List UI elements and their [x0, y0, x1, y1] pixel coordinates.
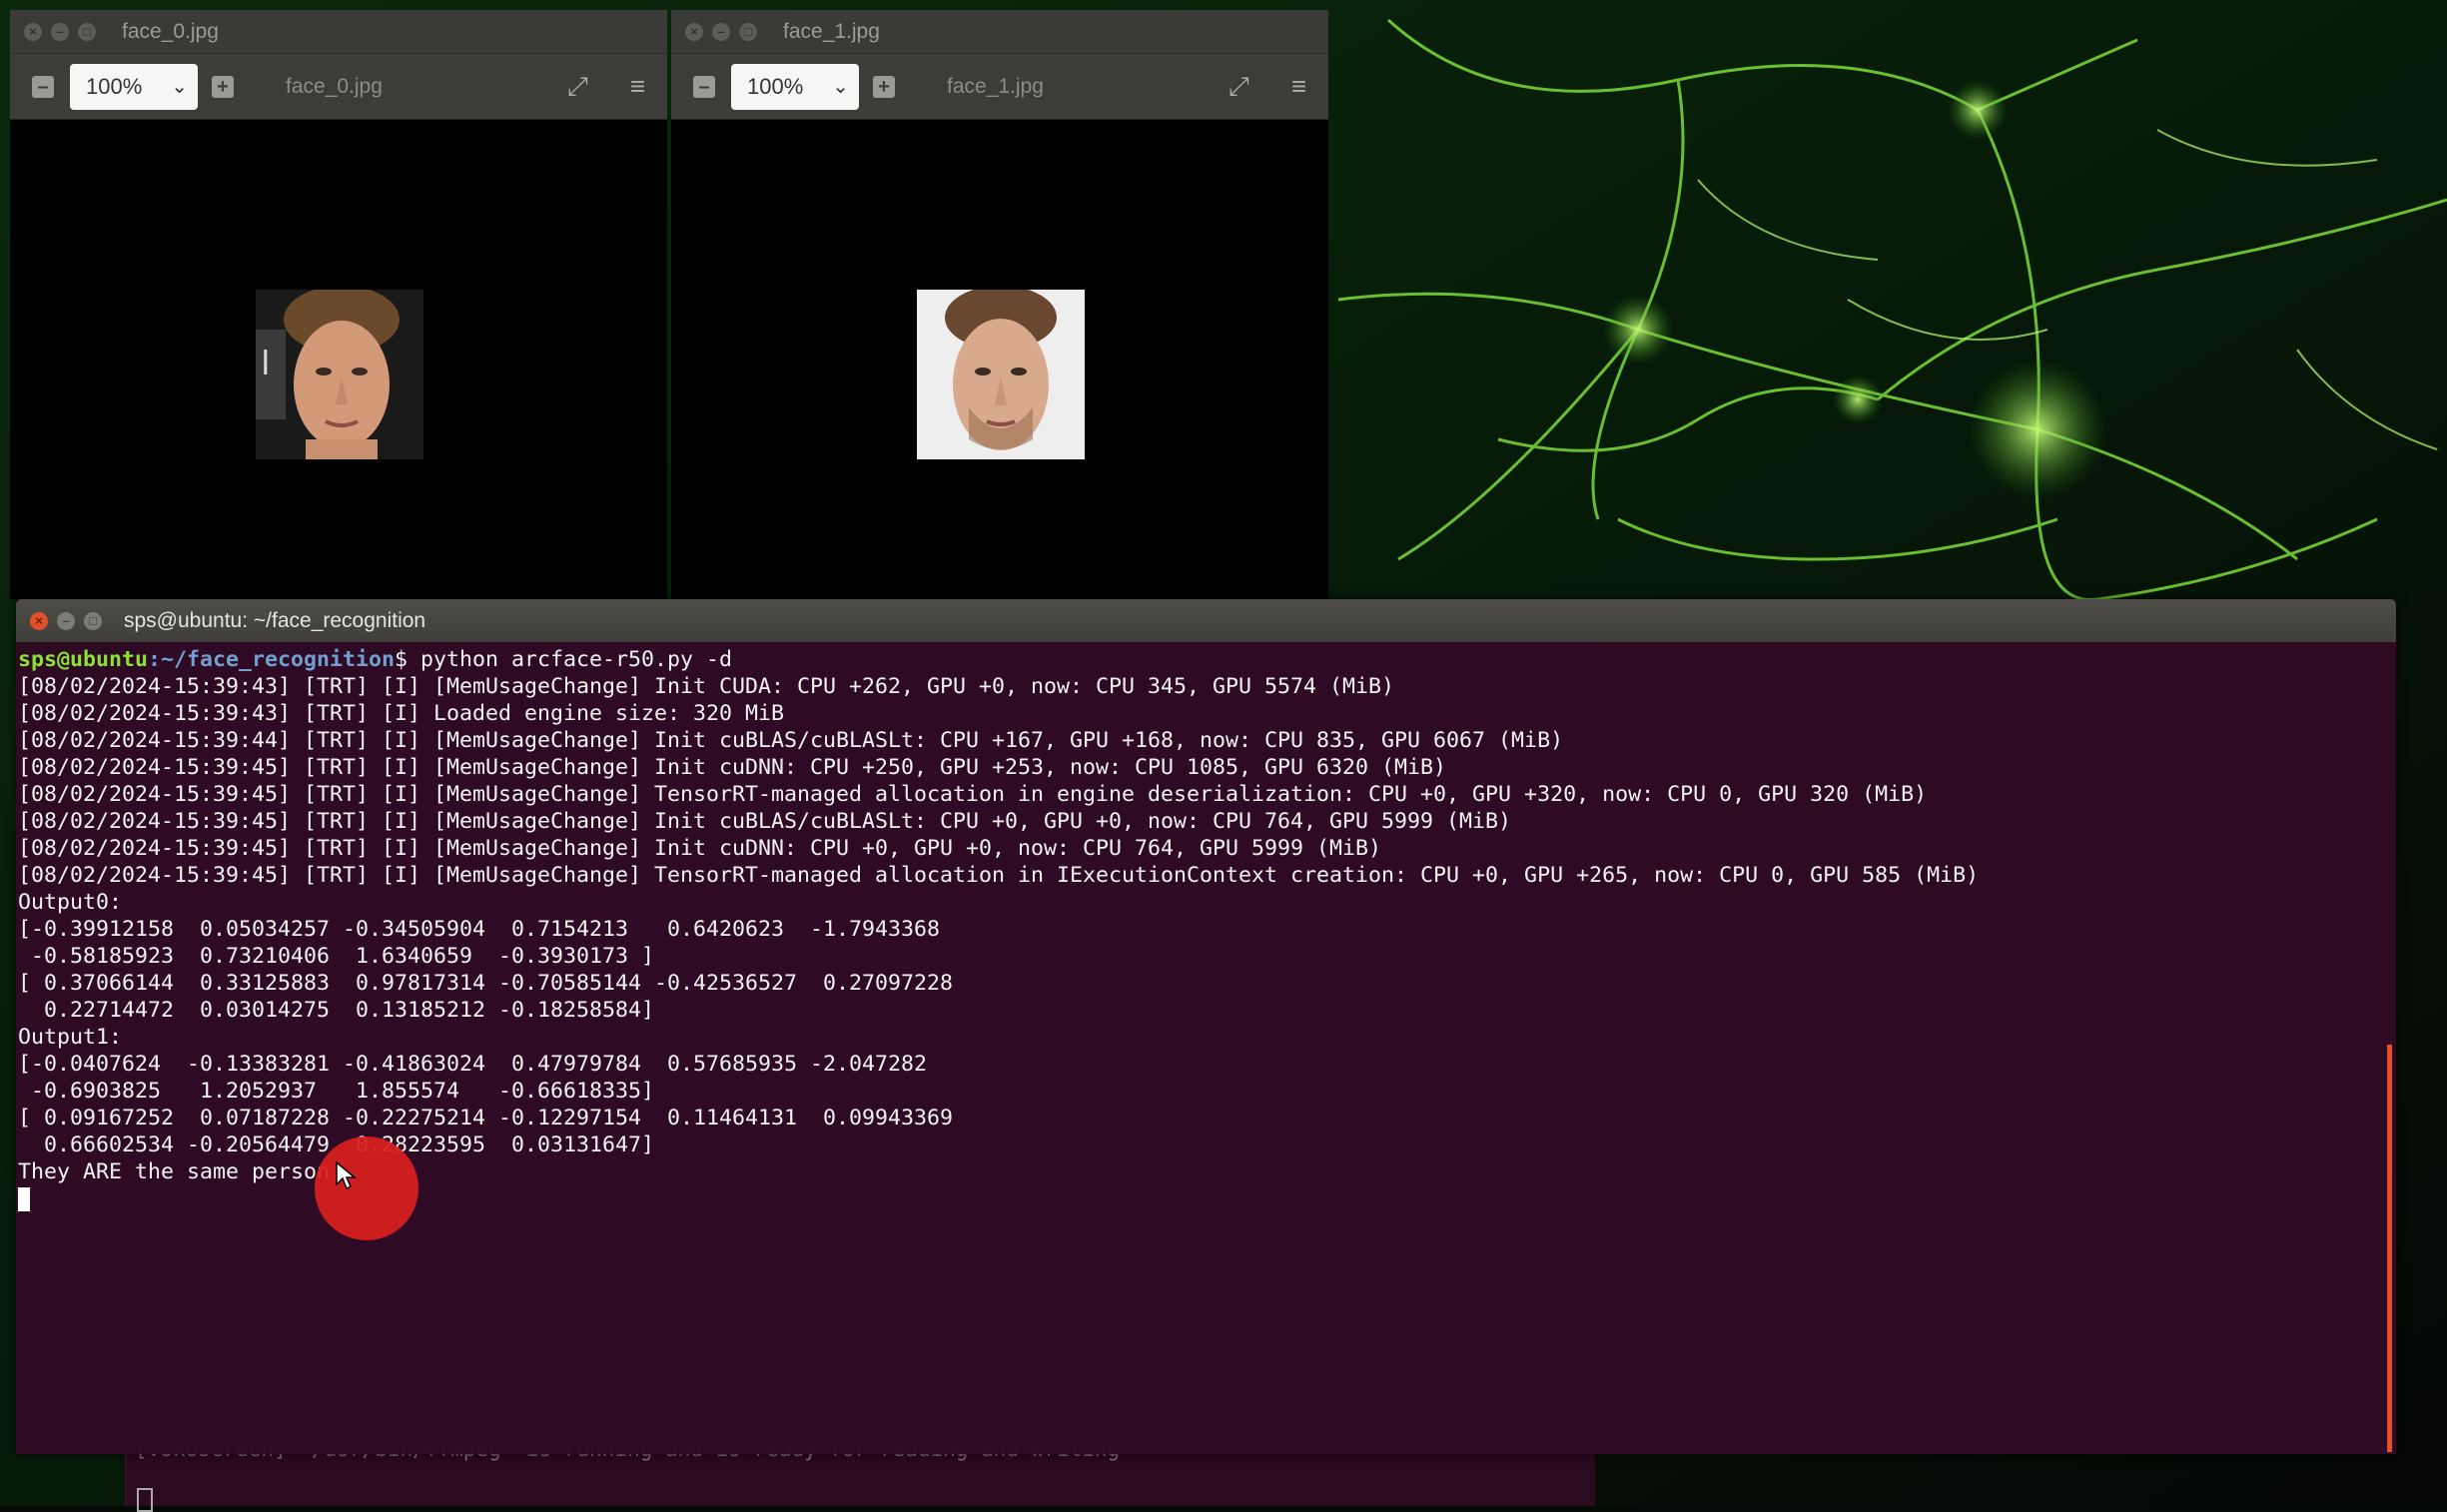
prompt-line: sps@ubuntu:~/face_recognition$ python ar… — [18, 646, 2396, 673]
zoom-value: 100% — [747, 73, 804, 99]
close-icon[interactable]: × — [30, 611, 48, 630]
image-viewer-face-1: × – □ face_1.jpg – 100% ⌄ + face_1.jpg ⤢… — [671, 10, 1328, 599]
chevron-down-icon: ⌄ — [832, 76, 849, 98]
prompt-command: $ python arcface-r50.py -d — [395, 647, 733, 672]
window-title: face_1.jpg — [783, 19, 880, 43]
hamburger-menu-icon[interactable]: ≡ — [630, 71, 645, 102]
output-line: [08/02/2024-15:39:45] [TRT] [I] [MemUsag… — [18, 809, 1512, 834]
output-line: [08/02/2024-15:39:43] [TRT] [I] [MemUsag… — [18, 674, 1395, 699]
prompt-user: sps@ubuntu — [18, 647, 149, 672]
viewer-titlebar: × – □ face_0.jpg — [10, 10, 667, 54]
output-line: [ 0.09167252 0.07187228 -0.22275214 -0.1… — [18, 1106, 954, 1131]
minimize-icon[interactable]: – — [51, 22, 69, 41]
mouse-pointer-icon — [336, 1160, 357, 1190]
prompt-path: :~/face_recognition — [148, 647, 396, 672]
image-viewer-face-0: × – □ face_0.jpg – 100% ⌄ + face_0.jpg ⤢… — [10, 10, 667, 599]
maximize-icon[interactable]: □ — [84, 611, 102, 630]
fullscreen-icon[interactable]: ⤢ — [1228, 71, 1249, 103]
output-line: [ 0.37066144 0.33125883 0.97817314 -0.70… — [18, 971, 954, 996]
terminal-cursor — [18, 1187, 30, 1211]
image-canvas: l — [10, 120, 667, 599]
zoom-value: 100% — [86, 73, 143, 99]
terminal-title: sps@ubuntu: ~/face_recognition — [124, 608, 426, 632]
svg-text:l: l — [262, 345, 270, 382]
output-line: [08/02/2024-15:39:45] [TRT] [I] [MemUsag… — [18, 755, 1447, 780]
fullscreen-icon[interactable]: ⤢ — [567, 71, 588, 103]
zoom-select[interactable]: 100% ⌄ — [731, 63, 859, 110]
close-icon[interactable]: × — [24, 22, 42, 41]
viewer-toolbar: – 100% ⌄ + face_1.jpg ⤢ ≡ — [671, 54, 1328, 120]
minimize-icon[interactable]: – — [57, 611, 75, 630]
output-line: [08/02/2024-15:39:45] [TRT] [I] [MemUsag… — [18, 863, 1980, 888]
output-line: 0.22714472 0.03014275 0.13185212 -0.1825… — [18, 998, 655, 1023]
window-title: face_0.jpg — [122, 19, 219, 43]
zoom-in-icon[interactable]: + — [873, 75, 895, 98]
hamburger-menu-icon[interactable]: ≡ — [1291, 71, 1306, 102]
output-line: [08/02/2024-15:39:45] [TRT] [I] [MemUsag… — [18, 782, 1928, 807]
face-image: l — [256, 290, 423, 459]
output-line: [08/02/2024-15:39:44] [TRT] [I] [MemUsag… — [18, 728, 1564, 753]
zoom-select[interactable]: 100% ⌄ — [70, 63, 198, 110]
terminal-output[interactable]: sps@ubuntu:~/face_recognition$ python ar… — [16, 642, 2396, 1212]
background-terminal-cursor — [137, 1488, 153, 1512]
file-name-label: face_0.jpg — [286, 74, 383, 98]
terminal-titlebar: × – □ sps@ubuntu: ~/face_recognition — [16, 599, 2396, 642]
output-line: -0.58185923 0.73210406 1.6340659 -0.3930… — [18, 944, 655, 969]
zoom-out-icon[interactable]: – — [693, 75, 715, 98]
output-line: [-0.0407624 -0.13383281 -0.41863024 0.47… — [18, 1052, 928, 1077]
zoom-out-icon[interactable]: – — [32, 75, 54, 98]
close-icon[interactable]: × — [685, 22, 703, 41]
output-line: [08/02/2024-15:39:43] [TRT] [I] Loaded e… — [18, 701, 785, 726]
terminal-window[interactable]: × – □ sps@ubuntu: ~/face_recognition sps… — [16, 599, 2396, 1454]
output-line: Output1: — [18, 1025, 123, 1050]
image-canvas — [671, 120, 1328, 599]
minimize-icon[interactable]: – — [712, 22, 730, 41]
maximize-icon[interactable]: □ — [78, 22, 96, 41]
output-line: [08/02/2024-15:39:45] [TRT] [I] [MemUsag… — [18, 836, 1382, 861]
output-line: [-0.39912158 0.05034257 -0.34505904 0.71… — [18, 917, 941, 942]
click-indicator — [315, 1136, 418, 1240]
terminal-scrollbar[interactable] — [2387, 1045, 2392, 1452]
output-line: -0.6903825 1.2052937 1.855574 -0.6661833… — [18, 1079, 655, 1104]
maximize-icon[interactable]: □ — [739, 22, 757, 41]
output-line: Output0: — [18, 890, 123, 915]
face-image — [917, 290, 1085, 459]
chevron-down-icon: ⌄ — [171, 76, 188, 98]
zoom-in-icon[interactable]: + — [212, 75, 234, 98]
file-name-label: face_1.jpg — [947, 74, 1044, 98]
viewer-toolbar: – 100% ⌄ + face_0.jpg ⤢ ≡ — [10, 54, 667, 120]
viewer-titlebar: × – □ face_1.jpg — [671, 10, 1328, 54]
